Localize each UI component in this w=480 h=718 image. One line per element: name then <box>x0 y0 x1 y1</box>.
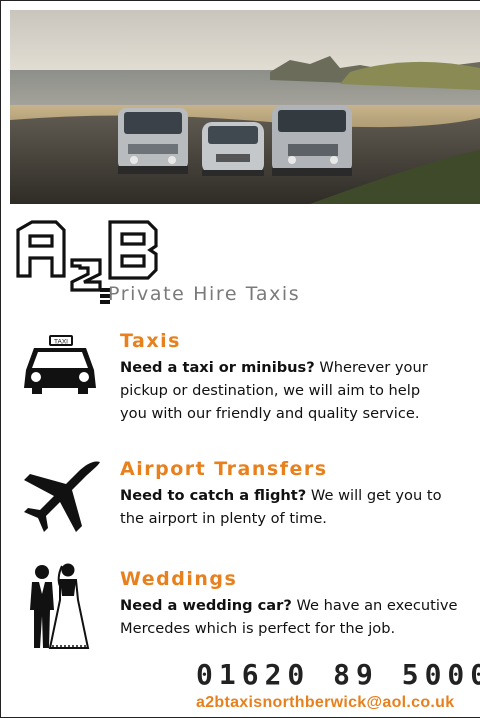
service-title: Taxis <box>120 330 181 352</box>
phone-number[interactable]: 01620 89 5000 <box>196 658 480 691</box>
service-lead: Need to catch a flight? <box>120 487 307 504</box>
email-link[interactable]: a2btaxisnorthberwick@aol.co.uk <box>196 694 454 712</box>
service-text: Mercedes which is perfect for the job. <box>120 620 396 637</box>
service-text: Wherever your <box>314 359 428 376</box>
service-description: Need a wedding car? We have an executive… <box>120 594 480 640</box>
svg-text:TAXI: TAXI <box>54 339 68 346</box>
airplane-icon <box>20 458 104 543</box>
service-description: Need to catch a flight? We will get you … <box>120 484 480 530</box>
service-description: Need a taxi or minibus? Wherever your pi… <box>120 356 480 425</box>
service-lead: Need a wedding car? <box>120 597 292 614</box>
service-title: Weddings <box>120 568 238 590</box>
service-lead: Need a taxi or minibus? <box>120 359 315 376</box>
taxi-icon: TAXI <box>20 334 100 403</box>
service-text: the airport in plenty of time. <box>120 510 327 527</box>
service-title: Airport Transfers <box>120 458 328 480</box>
service-text: pickup or destination, we will aim to he… <box>120 382 421 399</box>
wedding-couple-icon <box>24 560 94 659</box>
hero-image <box>10 10 480 204</box>
service-text: We have an executive <box>291 597 458 614</box>
brand-tagline: Private Hire Taxis <box>108 283 301 305</box>
service-text: We will get you to <box>306 487 442 504</box>
service-text: you with our friendly and quality servic… <box>120 405 420 422</box>
